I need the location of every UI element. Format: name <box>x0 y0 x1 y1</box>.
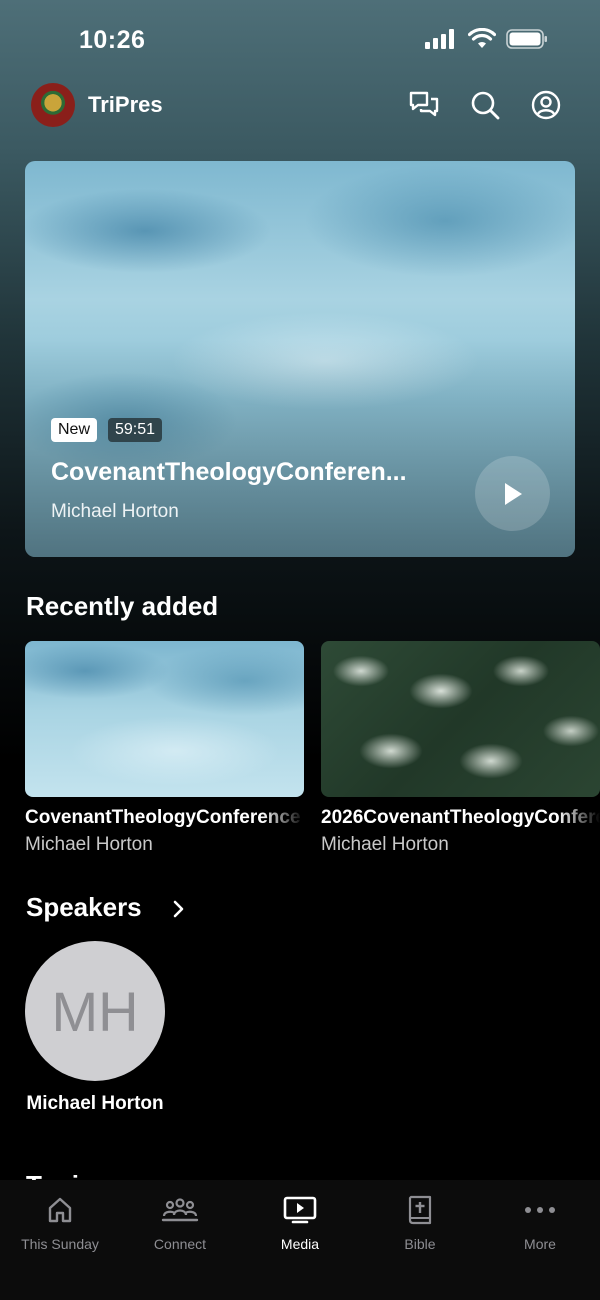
search-button[interactable] <box>468 88 502 122</box>
play-icon <box>504 482 522 505</box>
media-card[interactable]: CovenantTheologyConference Michael Horto… <box>25 641 304 856</box>
tab-this-sunday[interactable]: This Sunday <box>0 1194 120 1252</box>
church-logo[interactable] <box>31 83 75 127</box>
recently-added-title: Recently added <box>26 591 219 621</box>
new-badge: New <box>51 418 98 442</box>
tab-more[interactable]: More <box>480 1194 600 1252</box>
chat-icon <box>409 91 439 117</box>
tv-play-icon <box>283 1196 317 1224</box>
status-icons <box>424 28 548 50</box>
tab-media[interactable]: Media <box>240 1194 360 1252</box>
featured-media-card[interactable]: New 59:51 CovenantTheologyConferen... Mi… <box>25 161 575 557</box>
media-thumbnail <box>321 641 600 797</box>
tab-label: This Sunday <box>21 1236 99 1252</box>
media-title: 2026CovenantTheologyConference <box>321 807 600 828</box>
people-icon <box>161 1198 199 1222</box>
signal-icon <box>425 29 454 49</box>
media-speaker: Michael Horton <box>321 834 449 855</box>
app-header: TriPres <box>0 80 600 136</box>
tab-label: More <box>524 1236 556 1252</box>
app-name: TriPres <box>88 92 163 117</box>
featured-speaker: Michael Horton <box>51 501 179 522</box>
battery-icon <box>506 29 547 49</box>
tab-label: Connect <box>153 1236 207 1252</box>
search-icon <box>471 91 500 120</box>
speaker-avatar: MH <box>25 941 165 1081</box>
speaker-name: Michael Horton <box>26 1093 164 1114</box>
play-button[interactable] <box>475 456 550 531</box>
media-title: CovenantTheologyConference <box>25 807 301 828</box>
chat-button[interactable] <box>407 88 441 122</box>
bottom-tab-bar: This Sunday Connect Media Bible More <box>0 1180 600 1300</box>
media-thumbnail <box>25 641 304 797</box>
tab-label: Bible <box>404 1236 436 1252</box>
status-time: 10:26 <box>79 26 146 54</box>
profile-icon <box>531 90 561 120</box>
wifi-icon <box>468 28 496 48</box>
featured-title: CovenantTheologyConferen... <box>51 458 407 486</box>
profile-button[interactable] <box>529 88 563 122</box>
status-bar: 10:26 <box>0 0 600 80</box>
duration-badge: 59:51 <box>108 418 163 442</box>
tab-bible[interactable]: Bible <box>360 1194 480 1252</box>
home-icon <box>48 1197 72 1223</box>
more-dots-icon <box>525 1207 555 1213</box>
speaker-item[interactable]: MH Michael Horton <box>25 941 165 1115</box>
speakers-title[interactable]: Speakers <box>26 892 142 923</box>
media-card[interactable]: 2026CovenantTheologyConference Michael H… <box>321 641 600 856</box>
tab-connect[interactable]: Connect <box>120 1194 240 1252</box>
tab-label: Media <box>280 1236 320 1252</box>
media-speaker: Michael Horton <box>25 834 153 855</box>
chevron-right-icon[interactable] <box>172 899 186 919</box>
bible-icon <box>408 1195 432 1225</box>
